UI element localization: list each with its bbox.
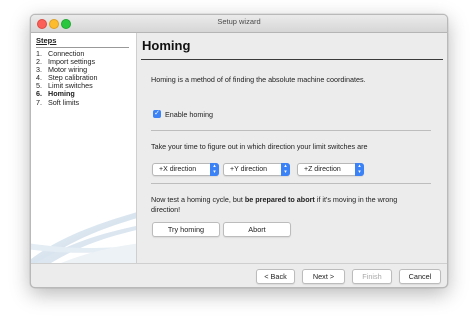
select-arrows-icon: ▴ ▾ — [281, 163, 290, 176]
footer-divider — [31, 263, 447, 264]
page-title: Homing — [142, 38, 191, 53]
steps-heading: Steps — [36, 36, 129, 48]
title-divider — [141, 59, 443, 60]
select-arrows-icon: ▴ ▾ — [355, 163, 364, 176]
steps-list: 1. Connection 2. Import settings 3. Motor w… — [36, 49, 98, 107]
select-arrows-icon: ▴ ▾ — [210, 163, 219, 176]
section-divider — [151, 130, 431, 131]
cancel-button[interactable]: Cancel — [399, 269, 441, 284]
main-panel: Homing Homing is a method of of finding … — [137, 33, 447, 263]
setup-wizard-window: Setup wizard Steps 1. Connection 2. Import… — [30, 14, 448, 288]
abort-button[interactable]: Abort — [223, 222, 291, 237]
next-button[interactable]: Next > — [302, 269, 345, 284]
steps-sidebar: Steps 1. Connection 2. Import settings 3. M… — [31, 33, 137, 263]
homing-description: Homing is a method of of finding the abs… — [151, 75, 366, 84]
homing-test-prompt: Now test a homing cycle, but be prepared… — [151, 195, 398, 214]
y-direction-select[interactable]: +Y direction ▴ ▾ — [223, 163, 290, 176]
finish-button[interactable]: Finish — [352, 269, 392, 284]
title-bar[interactable]: Setup wizard — [31, 15, 447, 33]
back-button[interactable]: < Back — [256, 269, 295, 284]
section-divider — [151, 183, 431, 184]
enable-homing-label: Enable homing — [165, 110, 213, 119]
direction-prompt: Take your time to figure out in which di… — [151, 142, 368, 151]
z-direction-select[interactable]: +Z direction ▴ ▾ — [297, 163, 364, 176]
x-direction-select[interactable]: +X direction ▴ ▾ — [152, 163, 219, 176]
step-item: 7. Soft limits — [36, 97, 80, 107]
decorative-swoosh-graphic — [31, 212, 136, 263]
try-homing-button[interactable]: Try homing — [152, 222, 220, 237]
enable-homing-checkbox[interactable]: ✓ — [153, 110, 161, 118]
window-title: Setup wizard — [217, 17, 261, 26]
